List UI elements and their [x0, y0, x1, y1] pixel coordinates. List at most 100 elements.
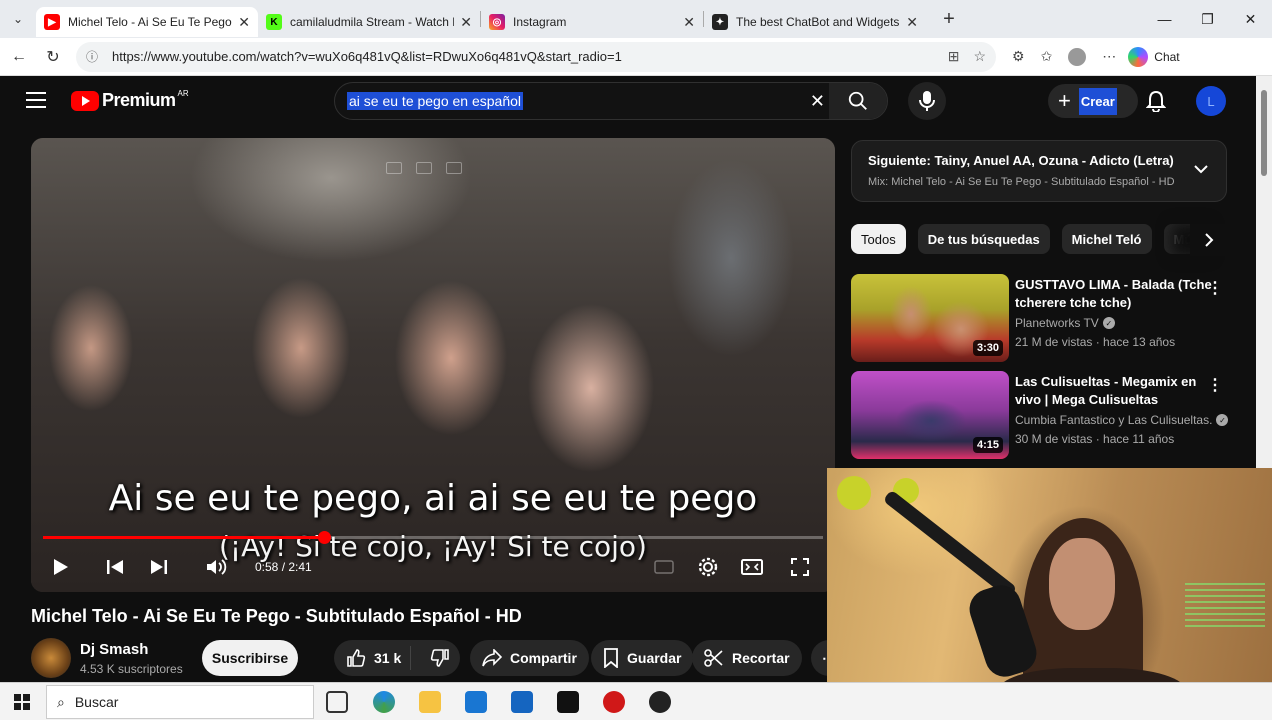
subscribe-button[interactable]: Suscribirse: [202, 640, 298, 676]
video-player[interactable]: Ai se eu te pego, ai ai se eu te pego (¡…: [31, 138, 835, 592]
volume-icon[interactable]: [203, 550, 231, 584]
video-title: Michel Telo - Ai Se Eu Te Pego - Subtitu…: [31, 606, 522, 626]
progress-bar[interactable]: [43, 531, 823, 544]
tab-youtube[interactable]: ▶ Michel Telo - Ai Se Eu Te Pego - Su ✕: [36, 7, 258, 37]
recommendation-item[interactable]: 3:30 GUSTTAVO LIMA - Balada (Tche tchere…: [851, 274, 1231, 364]
verified-badge-icon: ✓: [1102, 317, 1115, 329]
tab-actions-menu-icon[interactable]: ⌄: [0, 0, 36, 38]
channel-avatar[interactable]: [31, 638, 71, 678]
favorites-icon[interactable]: ✩: [1041, 48, 1053, 65]
tab-title: The best ChatBot and Widgets for: [736, 15, 901, 29]
channel-name[interactable]: Dj Smash: [80, 641, 148, 658]
taskbar-search[interactable]: ⌕ Buscar: [46, 685, 314, 719]
thumbs-up-icon: [347, 649, 366, 667]
region-code: AR: [177, 89, 189, 98]
copilot-chat-button[interactable]: Chat: [1128, 46, 1180, 67]
clip-button[interactable]: Recortar: [692, 640, 802, 676]
site-info-icon[interactable]: ⓘ: [86, 48, 102, 65]
tab-kick[interactable]: K camilaludmila Stream - Watch Live ✕: [258, 7, 480, 37]
channel-name: Planetworks TV: [1015, 316, 1099, 330]
more-vertical-icon[interactable]: ⋮: [1207, 278, 1223, 298]
video-thumbnail[interactable]: 4:15: [851, 371, 1009, 459]
scrollbar-thumb[interactable]: [1261, 90, 1267, 176]
notifications-bell-icon[interactable]: [1145, 90, 1167, 118]
theater-mode-icon[interactable]: [739, 550, 765, 584]
chip-michel-telo[interactable]: Michel Teló: [1061, 224, 1152, 254]
close-tab-icon[interactable]: ✕: [238, 14, 250, 31]
url-text: https://www.youtube.com/watch?v=wuXo6q48…: [112, 49, 622, 64]
previous-icon[interactable]: [103, 550, 127, 584]
restore-icon[interactable]: ❐: [1186, 0, 1229, 38]
tab-instagram[interactable]: ◎ Instagram ✕: [481, 7, 703, 37]
app-available-icon[interactable]: ⊞: [948, 48, 960, 65]
task-view-icon[interactable]: [326, 691, 348, 713]
like-button[interactable]: 31 k: [334, 646, 412, 670]
file-explorer-icon[interactable]: [419, 691, 441, 713]
profile-icon[interactable]: [1068, 47, 1087, 66]
chevron-down-icon[interactable]: [1194, 161, 1208, 179]
back-icon[interactable]: ←: [4, 42, 34, 72]
outlook-icon[interactable]: [511, 691, 533, 713]
close-tab-icon[interactable]: ✕: [906, 14, 918, 31]
account-avatar[interactable]: L: [1196, 86, 1226, 116]
extensions-icon[interactable]: ⚙: [1012, 48, 1025, 65]
channel-name: Cumbia Fantastico y Las Culisueltas.: [1015, 413, 1213, 427]
video-thumbnail[interactable]: 3:30: [851, 274, 1009, 362]
plus-icon: +: [1058, 88, 1071, 113]
more-vertical-icon[interactable]: ⋮: [1207, 375, 1223, 395]
stream-chat-overlay: [1185, 583, 1265, 643]
url-field[interactable]: ⓘ https://www.youtube.com/watch?v=wuXo6q…: [76, 41, 996, 72]
share-label: Compartir: [510, 650, 577, 666]
search-box[interactable]: ai se eu te pego en español ✕: [334, 82, 888, 120]
windows-start-icon[interactable]: [14, 694, 30, 710]
create-button[interactable]: + Crear: [1048, 84, 1138, 118]
refresh-icon[interactable]: ↻: [38, 42, 68, 72]
recommendation-channel: Cumbia Fantastico y Las Culisueltas. ✓: [1015, 413, 1229, 427]
dislike-button[interactable]: [419, 648, 460, 668]
more-menu-icon[interactable]: ⋯: [1102, 48, 1116, 65]
menu-icon[interactable]: [26, 92, 46, 108]
close-window-icon[interactable]: ✕: [1229, 0, 1272, 38]
search-input[interactable]: ai se eu te pego en español: [347, 92, 524, 110]
play-icon[interactable]: [49, 550, 73, 584]
recommendation-title: Las Culisueltas - Megamix en vivo | Mega…: [1015, 374, 1197, 407]
tab-chatbot[interactable]: ✦ The best ChatBot and Widgets for ✕: [704, 7, 926, 37]
search-button[interactable]: [829, 83, 887, 119]
save-label: Guardar: [627, 650, 682, 666]
progress-scrubber[interactable]: [317, 531, 331, 544]
new-tab-button[interactable]: +: [934, 8, 964, 31]
edge-browser-icon[interactable]: [373, 691, 395, 713]
up-next-mix-panel[interactable]: Siguiente: Tainy, Anuel AA, Ozuna - Adic…: [851, 140, 1227, 202]
close-tab-icon[interactable]: ✕: [460, 14, 472, 31]
obs-studio-icon[interactable]: [649, 691, 671, 713]
recommendation-title: GUSTTAVO LIMA - Balada (Tche tcherere tc…: [1015, 277, 1212, 310]
chip-todos[interactable]: Todos: [851, 224, 906, 254]
chips-next-button[interactable]: [1190, 224, 1227, 256]
favorite-star-icon[interactable]: ☆: [973, 48, 986, 65]
youtube-premium-logo[interactable]: Premium AR: [71, 89, 189, 111]
clear-search-icon[interactable]: ✕: [810, 91, 825, 112]
minimize-icon[interactable]: —: [1143, 0, 1186, 38]
recommendation-item[interactable]: 4:15 Las Culisueltas - Megamix en vivo |…: [851, 371, 1231, 461]
share-button[interactable]: Compartir: [470, 640, 589, 676]
chip-de-tus-busquedas[interactable]: De tus búsquedas: [917, 224, 1050, 254]
progress-played: [43, 536, 324, 539]
microsoft-store-icon[interactable]: [465, 691, 487, 713]
close-tab-icon[interactable]: ✕: [683, 14, 695, 31]
like-dislike-group: 31 k: [334, 640, 460, 676]
recording-app-icon[interactable]: [603, 691, 625, 713]
save-button[interactable]: Guardar: [591, 640, 694, 676]
microphone-icon: [919, 91, 935, 111]
fullscreen-icon[interactable]: [787, 550, 813, 584]
tiktok-icon[interactable]: [557, 691, 579, 713]
address-bar: ← ↻ ⓘ https://www.youtube.com/watch?v=wu…: [0, 38, 1272, 76]
time-display: 0:58 / 2:41: [255, 560, 312, 574]
voice-search-button[interactable]: [908, 82, 946, 120]
window-controls: — ❐ ✕: [1143, 0, 1272, 38]
settings-gear-icon[interactable]: [695, 550, 721, 584]
search-icon: [848, 91, 867, 110]
player-controls: 0:58 / 2:41: [31, 550, 835, 584]
subtitles-icon[interactable]: [651, 550, 677, 584]
channel-actions-row: Dj Smash 4.53 K suscriptores Suscribirse…: [31, 638, 847, 680]
next-icon[interactable]: [147, 550, 171, 584]
